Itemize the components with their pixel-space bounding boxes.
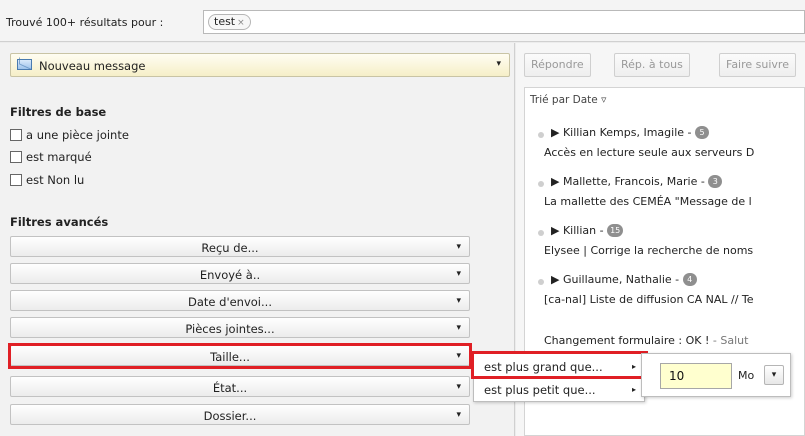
- chevron-down-icon: ▾: [456, 410, 461, 420]
- thread-count-badge: 15: [607, 224, 624, 237]
- sender-name: ▶ Killian Kemps, Imagile -: [551, 126, 692, 139]
- search-bar: Trouvé 100+ résultats pour : test ×: [0, 0, 805, 42]
- size-value-input[interactable]: [660, 363, 732, 389]
- list-item[interactable]: ▶ Guillaume, Nathalie - 4 [ca-nal] Liste…: [525, 273, 804, 319]
- filter-label: Reçu de...: [201, 241, 259, 255]
- chevron-down-icon: ▾: [456, 382, 461, 392]
- message-subject: La mallette des CEMÉA "Message de l: [544, 195, 752, 208]
- sender-name: ▶ Killian -: [551, 224, 604, 237]
- thread-count-badge: 5: [695, 126, 709, 139]
- checkbox-flagged[interactable]: [10, 151, 22, 163]
- checkbox-label: est Non lu: [26, 173, 85, 187]
- filter-label: Dossier...: [203, 409, 257, 423]
- filter-label: Pièces jointes...: [185, 322, 275, 336]
- message-subject: Elysee | Corrige la recherche de noms: [544, 244, 754, 257]
- checkbox-has-attachment[interactable]: [10, 129, 22, 141]
- filter-sent-to-button[interactable]: Envoyé à.. ▾: [10, 263, 470, 284]
- close-icon[interactable]: ×: [237, 18, 245, 28]
- message-subject: Changement formulaire : OK ! - Salut: [544, 334, 748, 347]
- size-filter-highlight: [8, 343, 472, 369]
- filter-label: Envoyé à..: [199, 268, 261, 282]
- checkbox-unread[interactable]: [10, 174, 22, 186]
- filter-attachments-button[interactable]: Pièces jointes... ▾: [10, 317, 470, 338]
- checkbox-label: a une pièce jointe: [26, 128, 129, 142]
- filter-folder-button[interactable]: Dossier... ▾: [10, 404, 470, 425]
- checkbox-label: est marqué: [26, 150, 92, 164]
- forward-button[interactable]: Faire suivre: [719, 53, 796, 77]
- reply-button[interactable]: Répondre: [524, 53, 591, 77]
- message-sender: ▶ Mallette, Francois, Marie - 3: [551, 175, 723, 188]
- thread-count-badge: 3: [708, 175, 723, 188]
- status-dot-icon: [538, 230, 544, 236]
- message-subject: Accès en lecture seule aux serveurs D: [544, 146, 755, 159]
- larger-than-highlight: [471, 351, 648, 379]
- menu-item-smaller-than[interactable]: est plus petit que...: [484, 383, 596, 397]
- search-results-label: Trouvé 100+ résultats pour :: [6, 16, 164, 29]
- chevron-down-icon[interactable]: ▾: [496, 59, 501, 69]
- filter-panel: Nouveau message ▾ Filtres de base a une …: [0, 43, 515, 436]
- chevron-down-icon: ▾: [456, 323, 461, 333]
- search-token-label: test: [214, 15, 236, 28]
- filter-label: Date d'envoi...: [188, 295, 272, 309]
- search-input[interactable]: test ×: [203, 10, 805, 34]
- status-dot-icon: [538, 279, 544, 285]
- filter-received-from-button[interactable]: Reçu de... ▾: [10, 236, 470, 257]
- message-sender: ▶ Killian - 15: [551, 224, 624, 237]
- sort-label[interactable]: Trié par Date ▿: [530, 94, 606, 106]
- chevron-right-icon: ▸: [631, 385, 636, 394]
- size-unit-label: Mo: [738, 369, 755, 382]
- chevron-down-icon: ▾: [456, 269, 461, 279]
- chevron-down-icon: ▾: [456, 296, 461, 306]
- reply-all-button[interactable]: Rép. à tous: [614, 53, 690, 77]
- filter-label: État...: [212, 381, 248, 395]
- list-item[interactable]: ▶ Mallette, Francois, Marie - 3 La malle…: [525, 175, 804, 221]
- status-dot-icon: [538, 181, 544, 187]
- basic-filters-title: Filtres de base: [10, 105, 107, 119]
- advanced-filters-title: Filtres avancés: [10, 215, 109, 229]
- size-value-panel: Mo ▾: [641, 353, 791, 397]
- filter-sent-date-button[interactable]: Date d'envoi... ▾: [10, 290, 470, 311]
- new-message-label: Nouveau message: [39, 59, 146, 73]
- subject-text: Changement formulaire : OK !: [544, 334, 710, 347]
- search-token[interactable]: test ×: [208, 14, 251, 30]
- chevron-down-icon: ▾: [456, 242, 461, 252]
- envelope-icon: [17, 59, 32, 70]
- message-sender: ▶ Killian Kemps, Imagile - 5: [551, 126, 709, 139]
- unit-dropdown-button[interactable]: ▾: [764, 365, 784, 385]
- list-item[interactable]: ▶ Killian - 15 Elysee | Corrige la reche…: [525, 224, 804, 270]
- filter-status-button[interactable]: État... ▾: [10, 376, 470, 397]
- list-item[interactable]: ▶ Killian Kemps, Imagile - 5 Accès en le…: [525, 126, 804, 172]
- sender-name: ▶ Mallette, Francois, Marie -: [551, 175, 705, 188]
- new-message-button[interactable]: Nouveau message ▾: [10, 53, 510, 77]
- message-snippet: - Salut: [709, 334, 749, 347]
- status-dot-icon: [538, 132, 544, 138]
- sender-name: ▶ Guillaume, Nathalie -: [551, 273, 680, 286]
- thread-count-badge: 4: [682, 273, 697, 286]
- message-subject: [ca-nal] Liste de diffusion CA NAL // Te: [544, 293, 754, 306]
- message-sender: ▶ Guillaume, Nathalie - 4: [551, 273, 697, 286]
